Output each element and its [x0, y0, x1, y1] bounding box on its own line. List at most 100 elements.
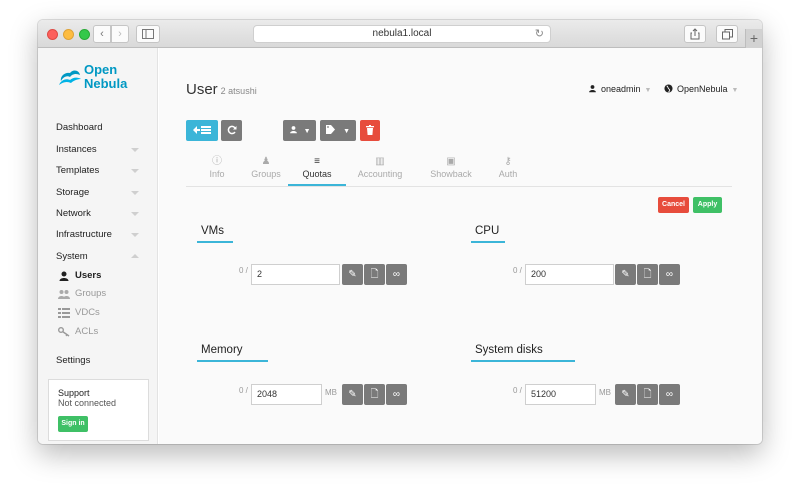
refresh-button[interactable] — [221, 120, 242, 141]
sidebar-item-templates[interactable]: Templates — [56, 165, 99, 176]
chevron-down-icon — [131, 148, 139, 152]
sidebar-item-storage[interactable]: Storage — [56, 187, 89, 198]
infinity-icon: ∞ — [665, 389, 674, 400]
logo-text: Open Nebula — [84, 62, 128, 91]
users-icon — [58, 290, 70, 299]
quota-edit-button[interactable]: ✎ — [615, 384, 636, 405]
quota-unlimited-button[interactable]: ∞ — [659, 384, 680, 405]
back-to-list-button[interactable] — [186, 120, 218, 141]
labels-button[interactable]: ▼ — [320, 120, 356, 141]
minimize-window-button[interactable] — [63, 29, 74, 40]
pencil-icon: ✎ — [348, 389, 357, 400]
globe-icon — [664, 84, 673, 93]
align-icon: ≡ — [314, 156, 320, 167]
quota-default-button[interactable]: 🗋 — [637, 264, 658, 285]
tab-showback[interactable]: ▣ Showback — [421, 156, 481, 179]
sidebar-item-infrastructure[interactable]: Infrastructure — [56, 229, 112, 240]
share-icon — [690, 28, 700, 40]
quota-used-system-disks: 0 / — [513, 386, 522, 395]
chevron-right-icon: › — [118, 28, 122, 40]
quota-default-button[interactable]: 🗋 — [637, 384, 658, 405]
chevron-down-icon: ▼ — [644, 87, 652, 94]
bar-chart-icon: ▥ — [375, 156, 385, 167]
sidebar-item-settings[interactable]: Settings — [56, 355, 90, 366]
quota-used-cpu: 0 / — [513, 266, 522, 275]
user-menu[interactable]: oneadmin ▼ — [588, 84, 651, 94]
quota-edit-button[interactable]: ✎ — [342, 264, 363, 285]
quota-title-underline — [197, 241, 233, 243]
chevron-down-icon — [131, 191, 139, 195]
sign-in-button[interactable]: Sign in — [58, 416, 88, 432]
support-panel: Support Not connected Sign in — [48, 379, 149, 441]
page-subtitle: 2 atsushi — [220, 86, 257, 96]
quota-default-button[interactable]: 🗋 — [364, 264, 385, 285]
sidebar-item-system[interactable]: System — [56, 251, 88, 262]
chevron-left-icon: ‹ — [100, 28, 104, 40]
quota-title-system-disks: System disks — [475, 344, 543, 356]
chevron-down-icon — [131, 212, 139, 216]
quota-used-vms: 0 / — [239, 266, 248, 275]
apply-button[interactable]: Apply — [693, 197, 722, 213]
new-tab-button[interactable]: + — [745, 29, 762, 48]
quota-title-underline — [471, 241, 505, 243]
trash-icon — [366, 125, 374, 135]
zone-menu[interactable]: OpenNebula ▼ — [664, 84, 738, 94]
tabs-icon — [721, 29, 733, 40]
tab-accounting[interactable]: ▥ Accounting — [350, 156, 410, 179]
support-status: Not connected — [58, 398, 117, 408]
browser-window: ‹ › nebula1.local ↻ + Open Nebula Dashbo… — [38, 20, 762, 444]
quota-input-vms[interactable]: 2 — [251, 264, 340, 285]
sidebar-item-instances[interactable]: Instances — [56, 144, 97, 155]
opennebula-logo[interactable]: Open Nebula — [58, 61, 138, 95]
file-icon: 🗋 — [643, 389, 652, 400]
address-bar[interactable]: nebula1.local ↻ — [253, 25, 551, 43]
quota-title-memory: Memory — [201, 344, 243, 356]
show-tabs-button[interactable] — [716, 25, 738, 43]
quota-input-cpu[interactable]: 200 — [525, 264, 614, 285]
chevron-down-icon — [131, 169, 139, 173]
infinity-icon: ∞ — [665, 269, 674, 280]
sidebar-icon — [142, 29, 154, 39]
quota-unit-system-disks: MB — [599, 388, 611, 397]
share-button[interactable] — [684, 25, 706, 43]
tabs-divider — [186, 186, 732, 187]
user-icon — [589, 85, 596, 93]
quota-title-underline — [197, 360, 268, 362]
quota-unlimited-button[interactable]: ∞ — [386, 264, 407, 285]
quota-input-system-disks[interactable]: 51200 — [525, 384, 596, 405]
page-title: User 2 atsushi — [186, 81, 257, 98]
refresh-icon — [227, 125, 236, 135]
tab-quotas[interactable]: ≡ Quotas — [287, 156, 347, 179]
sidebar-item-dashboard[interactable]: Dashboard — [56, 122, 102, 133]
tab-auth[interactable]: ⚷ Auth — [478, 156, 538, 179]
quota-unlimited-button[interactable]: ∞ — [659, 264, 680, 285]
user-icon — [289, 126, 297, 134]
delete-button[interactable] — [360, 120, 380, 141]
chevron-up-icon — [131, 254, 139, 258]
caret-down-icon: ▼ — [343, 128, 350, 135]
file-icon: 🗋 — [370, 269, 379, 280]
app-sidebar: Open Nebula Dashboard Instances Template… — [38, 48, 158, 444]
quota-unit-memory: MB — [325, 388, 337, 397]
cancel-button[interactable]: Cancel — [658, 197, 689, 213]
url-text: nebula1.local — [372, 28, 432, 39]
file-icon: 🗋 — [643, 269, 652, 280]
quota-edit-button[interactable]: ✎ — [615, 264, 636, 285]
money-icon: ▣ — [446, 156, 456, 167]
quota-edit-button[interactable]: ✎ — [342, 384, 363, 405]
quota-title-cpu: CPU — [475, 225, 500, 237]
quota-unlimited-button[interactable]: ∞ — [386, 384, 407, 405]
reload-icon[interactable]: ↻ — [535, 26, 544, 42]
quota-default-button[interactable]: 🗋 — [364, 384, 385, 405]
pencil-icon: ✎ — [621, 389, 630, 400]
arrow-left-list-icon — [193, 126, 211, 134]
back-button[interactable]: ‹ — [93, 25, 111, 43]
sidebar-toggle-button[interactable] — [136, 25, 160, 43]
close-window-button[interactable] — [47, 29, 58, 40]
forward-button[interactable]: › — [111, 25, 129, 43]
quota-input-memory[interactable]: 2048 — [251, 384, 322, 405]
sidebar-item-network[interactable]: Network — [56, 208, 91, 219]
support-title: Support — [58, 388, 90, 398]
change-owner-button[interactable]: ▼ — [283, 120, 316, 141]
zoom-window-button[interactable] — [79, 29, 90, 40]
